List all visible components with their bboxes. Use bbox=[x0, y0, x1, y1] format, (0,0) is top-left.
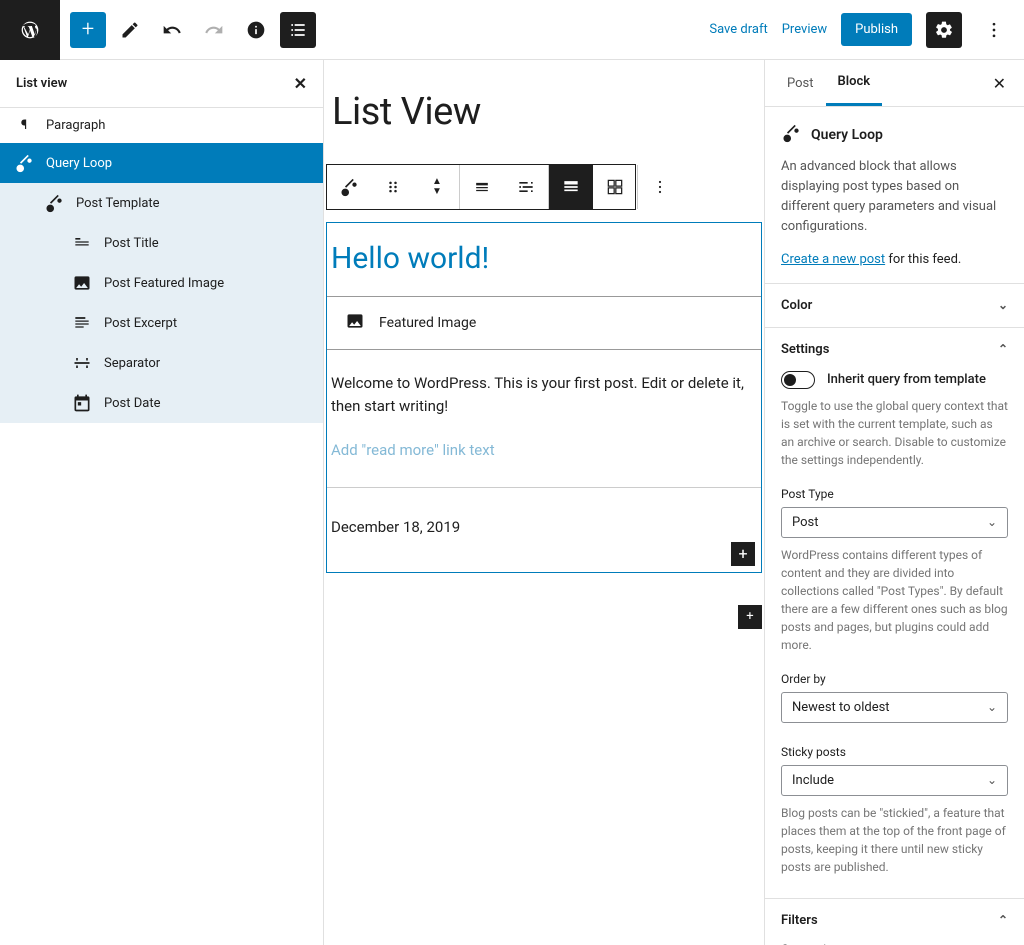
block-description: An advanced block that allows displaying… bbox=[781, 157, 1008, 238]
chevron-down-icon: ⌄ bbox=[987, 700, 997, 714]
listview-item-post-excerpt[interactable]: Post Excerpt bbox=[0, 303, 323, 343]
tab-block[interactable]: Block bbox=[826, 60, 883, 106]
edit-tool-icon[interactable] bbox=[112, 12, 148, 48]
listview-item-post-date[interactable]: Post Date bbox=[0, 383, 323, 423]
settings-panel: Settings ⌃ Inherit query from template T… bbox=[765, 328, 1024, 899]
chevron-down-icon: ⌄ bbox=[998, 298, 1008, 312]
editor-canvas: List View ▲▼ bbox=[324, 60, 764, 945]
post-type-label: Post Type bbox=[781, 487, 1008, 501]
sticky-posts-select[interactable]: Include ⌄ bbox=[781, 765, 1008, 796]
grid-layout-icon[interactable] bbox=[593, 165, 637, 209]
redo-icon[interactable] bbox=[196, 12, 232, 48]
listview-toggle-icon[interactable] bbox=[280, 12, 316, 48]
post-type-select[interactable]: Post ⌄ bbox=[781, 507, 1008, 538]
align-icon[interactable] bbox=[460, 165, 504, 209]
more-toolbar-icon[interactable] bbox=[638, 165, 682, 209]
create-post-link[interactable]: Create a new post bbox=[781, 252, 885, 267]
sidebar-tabs: Post Block ✕ bbox=[765, 60, 1024, 107]
wordpress-logo[interactable] bbox=[0, 0, 60, 60]
page-title[interactable]: List View bbox=[328, 70, 762, 164]
chevron-up-icon: ⌃ bbox=[998, 913, 1008, 927]
order-by-select[interactable]: Newest to oldest ⌄ bbox=[781, 692, 1008, 723]
close-icon[interactable]: ✕ bbox=[985, 66, 1014, 101]
listview-item-paragraph[interactable]: ¶ Paragraph bbox=[0, 108, 323, 143]
featured-image-label: Featured Image bbox=[379, 315, 476, 331]
block-info-panel: Query Loop An advanced block that allows… bbox=[765, 107, 1024, 284]
top-right-tools: Save draft Preview Publish bbox=[709, 12, 1024, 48]
inherit-query-help: Toggle to use the global query context t… bbox=[781, 397, 1008, 469]
preview-button[interactable]: Preview bbox=[782, 22, 827, 37]
sticky-posts-label: Sticky posts bbox=[781, 745, 1008, 759]
featured-image-icon bbox=[345, 311, 365, 335]
move-updown-icon[interactable]: ▲▼ bbox=[415, 165, 459, 209]
loop-icon bbox=[14, 153, 34, 173]
paragraph-icon: ¶ bbox=[14, 118, 34, 133]
color-panel: Color ⌄ bbox=[765, 284, 1024, 328]
inherit-query-toggle[interactable] bbox=[781, 371, 815, 389]
create-post-text: Create a new post for this feed. bbox=[781, 252, 1008, 267]
post-excerpt-block[interactable]: Welcome to WordPress. This is your first… bbox=[327, 350, 761, 427]
loop-icon bbox=[44, 193, 64, 213]
add-block-appender-button[interactable]: + bbox=[738, 605, 762, 629]
save-draft-button[interactable]: Save draft bbox=[709, 22, 767, 37]
listview-panel: List view ✕ ¶ Paragraph Query Loop Post … bbox=[0, 60, 324, 945]
settings-sidebar: Post Block ✕ Query Loop An advanced bloc… bbox=[764, 60, 1024, 945]
listview-item-featured-image[interactable]: Post Featured Image bbox=[0, 263, 323, 303]
loop-icon bbox=[781, 123, 801, 147]
listview-item-post-template[interactable]: Post Template bbox=[0, 183, 323, 223]
post-type-help: WordPress contains different types of co… bbox=[781, 546, 1008, 654]
post-date-block[interactable]: December 18, 2019 bbox=[327, 488, 761, 572]
sticky-posts-help: Blog posts can be "stickied", a feature … bbox=[781, 804, 1008, 876]
listview-header: List view ✕ bbox=[0, 60, 323, 108]
listview-title: List view bbox=[16, 76, 67, 91]
settings-panel-toggle[interactable]: Settings ⌃ bbox=[765, 328, 1024, 371]
chevron-up-icon: ⌃ bbox=[998, 342, 1008, 356]
info-icon[interactable] bbox=[238, 12, 274, 48]
list-layout-icon[interactable] bbox=[549, 165, 593, 209]
query-loop-block[interactable]: Hello world! Featured Image Welcome to W… bbox=[326, 222, 762, 573]
color-panel-toggle[interactable]: Color ⌄ bbox=[765, 284, 1024, 327]
listview-item-query-loop[interactable]: Query Loop bbox=[0, 143, 323, 183]
add-block-inner-button[interactable]: + bbox=[731, 542, 755, 566]
display-settings-icon[interactable] bbox=[504, 165, 548, 209]
chevron-down-icon: ⌄ bbox=[987, 773, 997, 787]
post-title-icon bbox=[72, 233, 92, 253]
more-options-icon[interactable] bbox=[976, 12, 1012, 48]
featured-image-icon bbox=[72, 273, 92, 293]
readmore-input[interactable]: Add "read more" link text bbox=[327, 427, 761, 487]
block-name: Query Loop bbox=[811, 127, 883, 143]
inherit-query-label: Inherit query from template bbox=[827, 372, 986, 387]
drag-handle-icon[interactable] bbox=[371, 165, 415, 209]
featured-image-block[interactable]: Featured Image bbox=[327, 297, 761, 350]
top-left-tools: + bbox=[60, 12, 316, 48]
top-toolbar: + Save draft Preview Publish bbox=[0, 0, 1024, 60]
add-block-button[interactable]: + bbox=[70, 12, 106, 48]
tab-post[interactable]: Post bbox=[775, 62, 826, 105]
close-icon[interactable]: ✕ bbox=[294, 74, 307, 93]
separator-icon bbox=[72, 353, 92, 373]
block-toolbar: ▲▼ bbox=[326, 164, 636, 210]
settings-gear-icon[interactable] bbox=[926, 12, 962, 48]
publish-button[interactable]: Publish bbox=[841, 13, 912, 46]
filters-panel-toggle[interactable]: Filters ⌃ bbox=[765, 899, 1024, 942]
undo-icon[interactable] bbox=[154, 12, 190, 48]
listview-item-separator[interactable]: Separator bbox=[0, 343, 323, 383]
post-title-block[interactable]: Hello world! bbox=[327, 223, 761, 297]
excerpt-icon bbox=[72, 313, 92, 333]
block-type-icon[interactable] bbox=[327, 165, 371, 209]
listview-item-post-title[interactable]: Post Title bbox=[0, 223, 323, 263]
order-by-label: Order by bbox=[781, 672, 1008, 686]
chevron-down-icon: ⌄ bbox=[987, 515, 997, 529]
categories-label: Categories bbox=[781, 942, 1008, 945]
calendar-icon bbox=[72, 393, 92, 413]
filters-panel: Filters ⌃ Categories bbox=[765, 899, 1024, 945]
